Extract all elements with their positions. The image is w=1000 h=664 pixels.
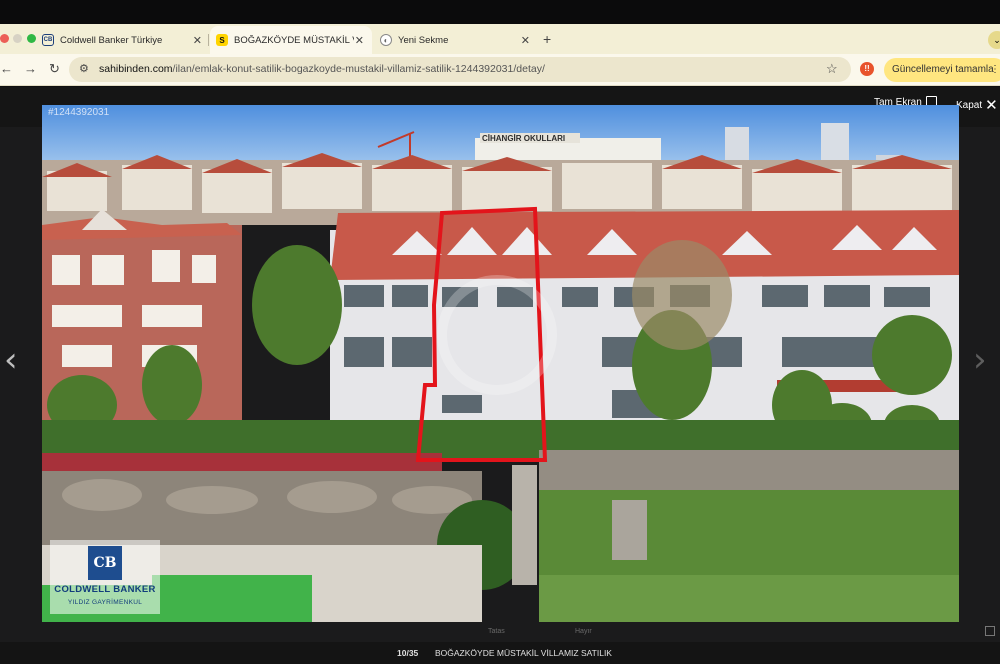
listing-photo[interactable]: CİHANGİR OKULLARI	[42, 105, 959, 622]
sahibinden-icon: S	[216, 34, 228, 46]
close-icon: ✕	[985, 97, 998, 114]
more-menu-icon[interactable]: ⋮	[990, 58, 1000, 82]
tab-separator	[208, 34, 209, 46]
url-path: /ilan/emlak-konut-satilik-bogazkoyde-mus…	[172, 63, 545, 75]
reload-icon[interactable]: ↻	[49, 61, 60, 77]
update-button-label: Güncellemeyi tamamla	[892, 64, 994, 75]
previous-photo-arrow-icon[interactable]: ‹	[4, 340, 18, 380]
tab-new-tab[interactable]: ◐ Yeni Sekme ✕	[380, 26, 538, 54]
coldwell-banker-logo-icon: CB	[88, 546, 122, 580]
photo-counter: 10/35	[397, 648, 419, 658]
tab-search-chevron-icon[interactable]: ⌄	[988, 31, 1000, 49]
extension-icon[interactable]: !!	[860, 62, 874, 76]
footer-faded-label: Tatas	[488, 628, 505, 635]
site-settings-icon[interactable]: ⚙	[79, 62, 89, 75]
tab-coldwell-banker[interactable]: CB Coldwell Banker Türkiye ✕	[42, 26, 210, 54]
back-arrow-icon[interactable]: ←	[0, 61, 13, 76]
url-text[interactable]: sahibinden.com/ilan/emlak-konut-satilik-…	[99, 63, 545, 75]
os-top-strip	[0, 0, 1000, 24]
listing-photo-image: CİHANGİR OKULLARI	[42, 105, 959, 622]
next-photo-arrow-icon[interactable]: ›	[973, 340, 987, 380]
tab-label: Yeni Sekme	[398, 34, 449, 46]
school-sign: CİHANGİR OKULLARI	[482, 134, 565, 143]
tab-close-icon[interactable]: ✕	[355, 34, 364, 47]
update-chrome-button[interactable]: Güncellemeyi tamamla ⋮	[884, 58, 1000, 82]
window-close-button[interactable]	[0, 34, 9, 43]
url-host: sahibinden.com	[99, 63, 173, 75]
coldwell-banker-icon: CB	[42, 34, 54, 46]
tab-close-icon[interactable]: ✕	[193, 34, 202, 47]
tab-label: BOĞAZKÖYDE MÜSTAKİL VİL	[234, 34, 354, 46]
footer-faded-label: Hayır	[575, 628, 592, 635]
window-maximize-button[interactable]	[27, 34, 36, 43]
window-minimize-button[interactable]	[13, 34, 22, 43]
ad-id-label: #1244392031	[48, 107, 110, 118]
tab-listing[interactable]: S BOĞAZKÖYDE MÜSTAKİL VİL ✕	[210, 26, 372, 54]
bookmark-star-icon[interactable]: ☆	[826, 61, 838, 77]
chrome-icon: ◐	[380, 34, 392, 46]
new-tab-button[interactable]: +	[543, 31, 551, 47]
tab-label: Coldwell Banker Türkiye	[60, 34, 163, 46]
thumbnails-toggle-icon[interactable]	[985, 626, 995, 636]
watermark-brand-name: COLDWELL BANKER	[54, 584, 156, 595]
close-label: Kapat	[956, 100, 983, 111]
close-lightbox-button[interactable]: Kapat ✕	[956, 96, 998, 114]
watermark-subtitle: YILDIZ GAYRİMENKUL	[67, 599, 143, 606]
forward-arrow-icon[interactable]: →	[24, 61, 37, 76]
tab-close-icon[interactable]: ✕	[521, 34, 530, 47]
photo-caption: BOĞAZKÖYDE MÜSTAKİL VİLLAMIZ SATILIK	[435, 648, 612, 658]
